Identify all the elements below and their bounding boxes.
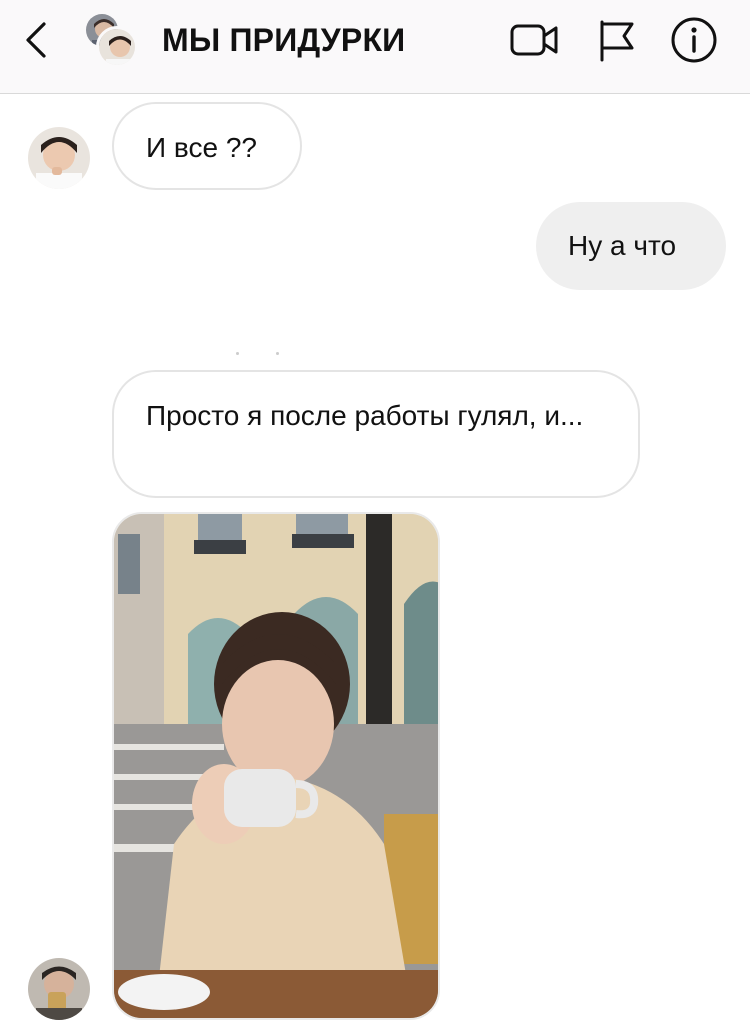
info-icon xyxy=(671,17,717,63)
photo-message[interactable] xyxy=(112,512,440,1020)
member-avatar-2 xyxy=(96,26,138,68)
divider-dot xyxy=(236,352,239,355)
message-bubble-outgoing[interactable]: Ну а что xyxy=(536,202,726,290)
video-camera-icon xyxy=(510,24,558,56)
message-bubble-incoming[interactable]: Просто я после работы гулял, и... xyxy=(112,370,640,498)
flag-icon xyxy=(600,20,634,62)
report-button[interactable] xyxy=(592,16,644,64)
back-button[interactable] xyxy=(20,20,56,60)
message-text: И все ?? xyxy=(146,132,257,163)
video-call-button[interactable] xyxy=(508,16,560,64)
message-bubble-incoming[interactable]: И все ?? xyxy=(112,102,302,190)
sender-avatar[interactable] xyxy=(28,958,90,1020)
divider-dot xyxy=(276,352,279,355)
chat-title[interactable]: МЫ ПРИДУРКИ xyxy=(162,22,405,59)
sender-avatar[interactable] xyxy=(28,127,90,189)
group-avatar[interactable] xyxy=(84,12,144,68)
chat-header: МЫ ПРИДУРКИ xyxy=(0,0,750,94)
info-button[interactable] xyxy=(668,16,720,64)
message-text: Просто я после работы гулял, и... xyxy=(146,400,584,431)
message-text: Ну а что xyxy=(568,230,677,261)
back-chevron-icon xyxy=(26,22,46,58)
shared-photo xyxy=(114,514,438,1018)
